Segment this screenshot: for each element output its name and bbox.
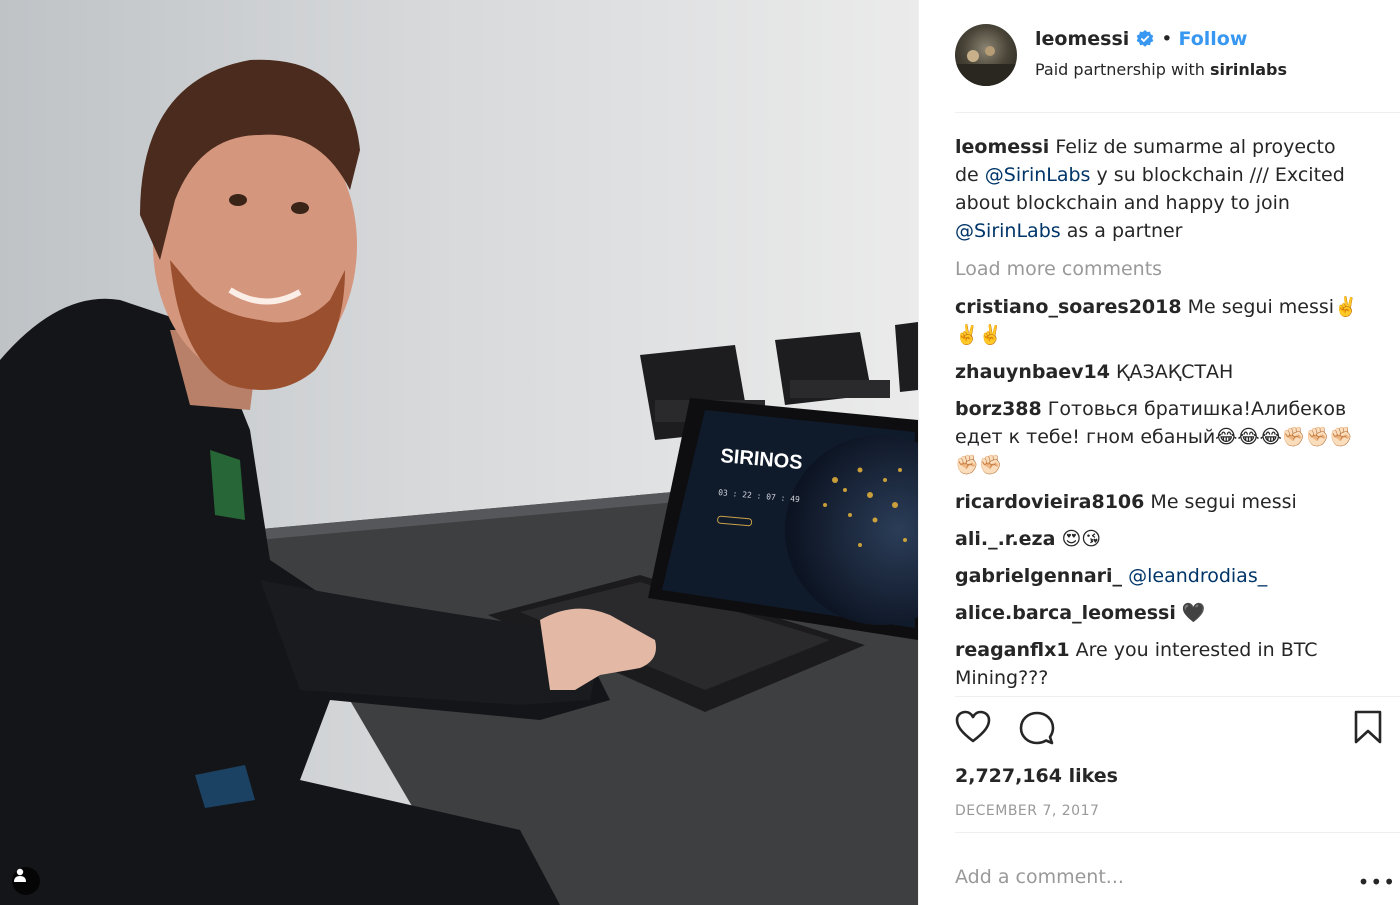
comment-username[interactable]: ali._.r.eza bbox=[955, 528, 1055, 550]
comment: cristiano_soares2018 Me segui messi✌️✌️✌… bbox=[955, 293, 1360, 349]
comment-text: ҚАЗАҚСТАН bbox=[1116, 361, 1234, 383]
heart-icon[interactable] bbox=[955, 710, 991, 744]
comment: borz388 Готовься братишка!Алибеков едет … bbox=[955, 395, 1360, 479]
likes-count[interactable]: 2,727,164 likes bbox=[955, 765, 1118, 787]
post-header: leomessi • Follow Paid partnership with … bbox=[955, 22, 1400, 86]
comment-username[interactable]: alice.barca_leomessi bbox=[955, 602, 1176, 624]
comments-list: leomessi Feliz de sumarme al proyecto de… bbox=[955, 133, 1360, 701]
author-username[interactable]: leomessi bbox=[1035, 28, 1129, 50]
comment-username[interactable]: zhauynbaev14 bbox=[955, 361, 1110, 383]
verified-badge-icon bbox=[1136, 30, 1154, 47]
comment-text: 😍😘 bbox=[1061, 528, 1102, 550]
post-actions bbox=[955, 710, 1382, 754]
comment: gabrielgennari_ @leandrodias_ bbox=[955, 562, 1360, 590]
avatar[interactable] bbox=[955, 24, 1017, 86]
caption-mention-1[interactable]: @SirinLabs bbox=[985, 164, 1091, 186]
comments-divider bbox=[955, 696, 1400, 697]
photo-illustration: SIRINOS 03 : 22 : 07 : 49 bbox=[0, 0, 918, 905]
header-separator: • bbox=[1161, 28, 1173, 50]
follow-button[interactable]: Follow bbox=[1179, 28, 1248, 50]
comment: alice.barca_leomessi 🖤 bbox=[955, 599, 1360, 627]
comment-username[interactable]: gabrielgennari_ bbox=[955, 565, 1122, 587]
comment-bubble-icon[interactable] bbox=[1019, 710, 1055, 746]
add-comment-input[interactable] bbox=[955, 860, 1375, 894]
partner-link[interactable]: sirinlabs bbox=[1210, 60, 1287, 79]
comment-username[interactable]: borz388 bbox=[955, 398, 1042, 420]
post-date: DECEMBER 7, 2017 bbox=[955, 803, 1100, 819]
comment-text: 🖤 bbox=[1181, 602, 1206, 624]
header-divider bbox=[955, 112, 1400, 113]
caption-username[interactable]: leomessi bbox=[955, 136, 1049, 158]
comment-username[interactable]: reaganflx1 bbox=[955, 639, 1070, 661]
post-photo[interactable]: SIRINOS 03 : 22 : 07 : 49 bbox=[0, 0, 918, 905]
header-title-row: leomessi • Follow bbox=[1035, 28, 1247, 50]
comment-username[interactable]: ricardovieira8106 bbox=[955, 491, 1144, 513]
comment-mention[interactable]: @leandrodias_ bbox=[1128, 565, 1267, 587]
comment: ricardovieira8106 Me segui messi bbox=[955, 488, 1360, 516]
footer-divider bbox=[955, 832, 1400, 833]
user-tag-icon[interactable] bbox=[12, 867, 40, 895]
comment-text: Me segui messi bbox=[1150, 491, 1297, 513]
partnership-prefix: Paid partnership with bbox=[1035, 60, 1205, 79]
bookmark-icon[interactable] bbox=[1354, 710, 1382, 744]
comment: zhauynbaev14 ҚАЗАҚСТАН bbox=[955, 358, 1360, 386]
post-caption: leomessi Feliz de sumarme al proyecto de… bbox=[955, 133, 1360, 245]
comment: ali._.r.eza 😍😘 bbox=[955, 525, 1360, 553]
caption-mention-2[interactable]: @SirinLabs bbox=[955, 220, 1061, 242]
comment: reaganflx1 Are you interested in BTC Min… bbox=[955, 636, 1360, 692]
caption-text-3: as a partner bbox=[1066, 220, 1183, 242]
comment-username[interactable]: cristiano_soares2018 bbox=[955, 296, 1182, 318]
instagram-post: SIRINOS 03 : 22 : 07 : 49 leomessi • Fol… bbox=[0, 0, 1400, 905]
more-options-icon[interactable]: ••• bbox=[1358, 870, 1396, 894]
partnership-label: Paid partnership with sirinlabs bbox=[1035, 60, 1287, 79]
load-more-comments-button[interactable]: Load more comments bbox=[955, 255, 1360, 283]
post-side-panel: leomessi • Follow Paid partnership with … bbox=[918, 0, 1400, 905]
